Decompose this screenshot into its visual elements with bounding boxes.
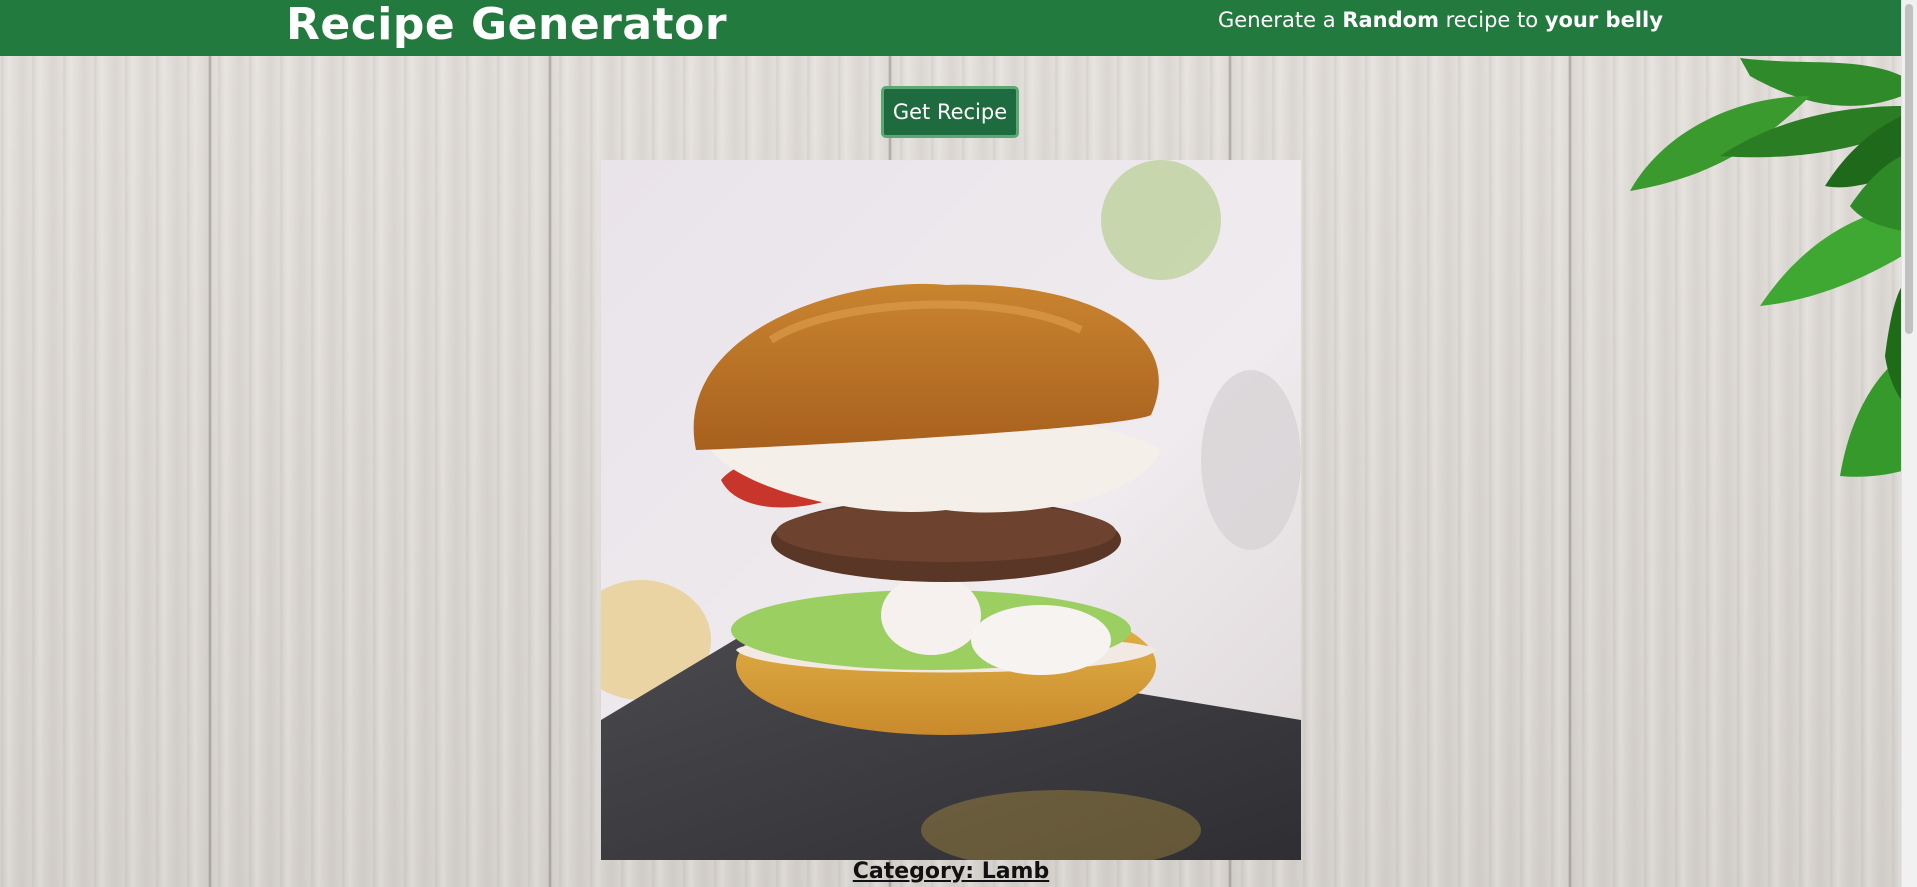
tagline-text-2: recipe to	[1438, 8, 1545, 32]
recipe-image	[601, 160, 1301, 860]
site-header: Recipe Generator Generate a Random recip…	[0, 0, 1902, 56]
tagline-text-1: Generate a	[1218, 8, 1343, 32]
tagline-bold-1: Random	[1342, 8, 1439, 32]
leaves-decoration	[1630, 58, 1902, 477]
scrollbar-thumb[interactable]	[1905, 4, 1913, 334]
page-scrollbar[interactable]	[1901, 0, 1917, 887]
get-recipe-button[interactable]: Get Recipe	[881, 86, 1019, 138]
site-title: Recipe Generator	[286, 0, 728, 50]
site-tagline: Generate a Random recipe to your belly	[1218, 6, 1663, 34]
burger-photo	[601, 160, 1301, 860]
recipe-category[interactable]: Category: Lamb	[601, 858, 1301, 886]
tagline-bold-2: your belly	[1544, 8, 1663, 32]
